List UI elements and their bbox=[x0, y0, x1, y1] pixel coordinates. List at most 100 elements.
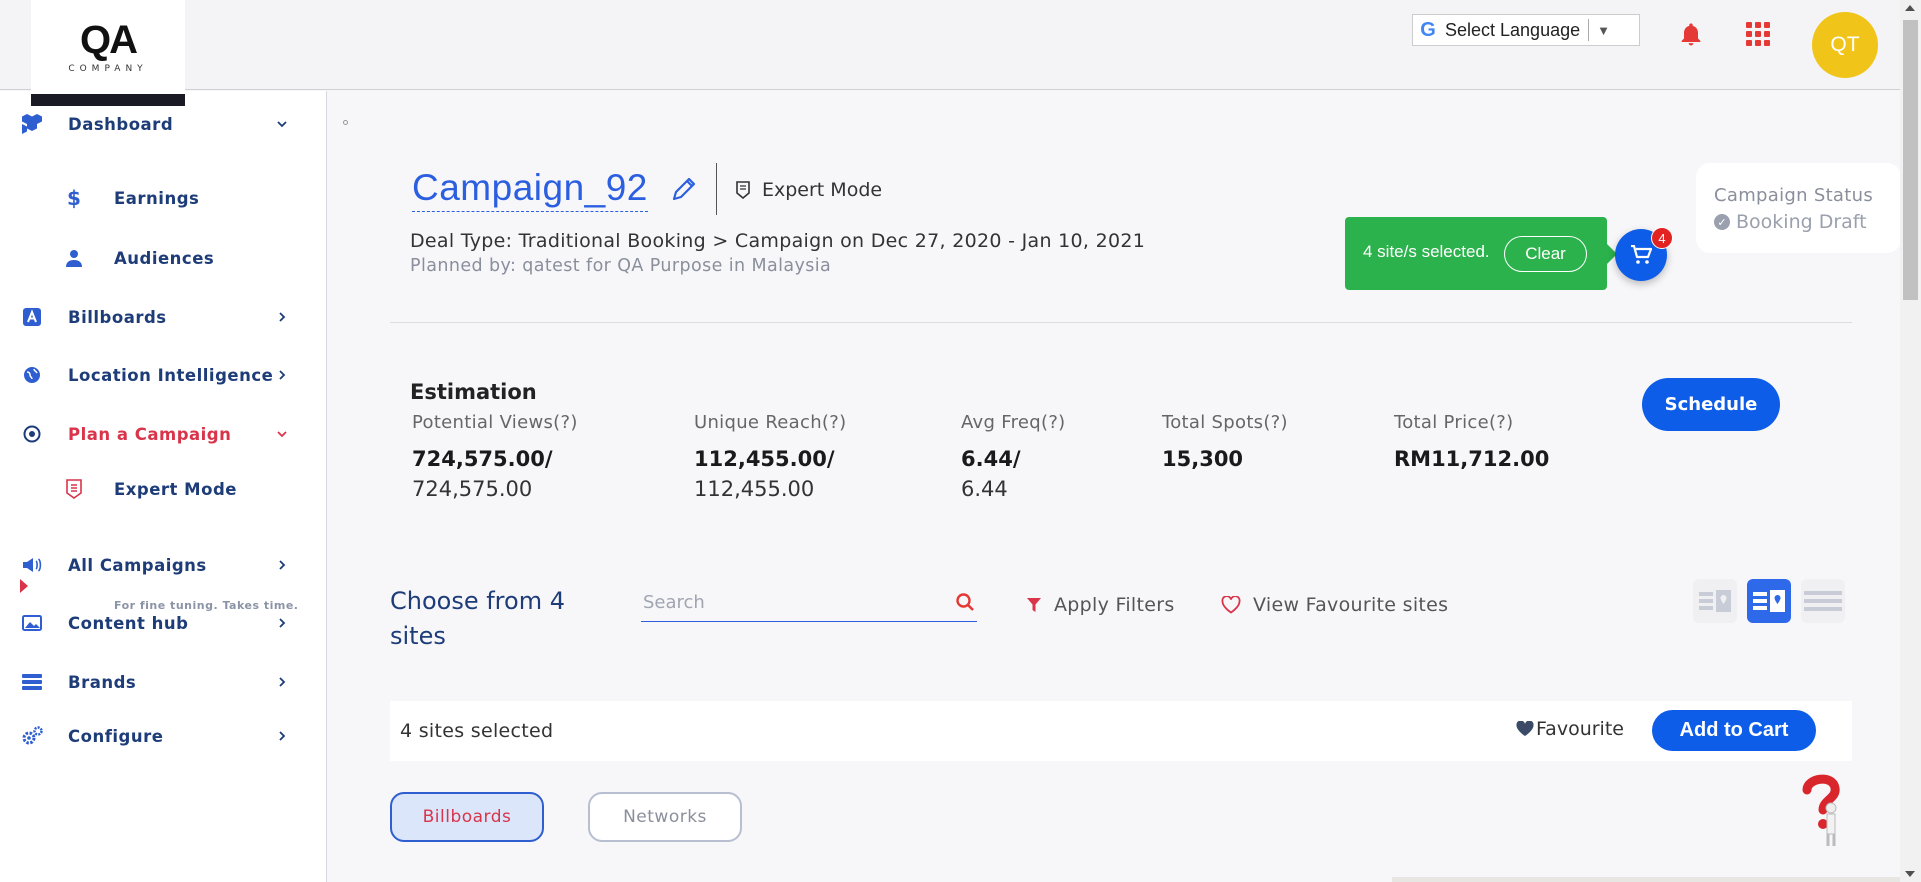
metric-value: 724,575.00/ bbox=[412, 447, 553, 471]
choose-sites-heading: Choose from 4 sites bbox=[390, 587, 565, 650]
favourite-label: Favourite bbox=[1536, 718, 1624, 740]
sidebar-item-label: Billboards bbox=[68, 307, 167, 327]
check-circle-icon: ✓ bbox=[1714, 214, 1730, 230]
apply-filters-button[interactable]: Apply Filters bbox=[1026, 594, 1175, 616]
google-icon: G bbox=[1420, 18, 1436, 41]
sidebar-item-brands[interactable]: Brands bbox=[0, 665, 327, 699]
sidebar-item-label: Location Intelligence bbox=[68, 365, 274, 385]
scroll-up-arrow-icon[interactable] bbox=[1905, 5, 1915, 11]
map-preview bbox=[1392, 877, 1900, 882]
sidebar-item-dashboard[interactable]: Dashboard bbox=[0, 107, 327, 141]
map-list-icon bbox=[1699, 590, 1731, 612]
expert-mode-label: Expert Mode bbox=[762, 179, 883, 201]
language-divider bbox=[1588, 19, 1590, 41]
sidebar-item-label: Plan a Campaign bbox=[68, 424, 232, 444]
site-search-input[interactable]: Search bbox=[641, 588, 977, 622]
page-scrollbar[interactable] bbox=[1900, 0, 1921, 882]
metric-avg-freq: Avg Freq(?) 6.44/ 6.44 bbox=[961, 412, 1066, 501]
sidebar-item-all-campaigns[interactable]: All Campaigns bbox=[0, 548, 327, 582]
search-placeholder: Search bbox=[643, 592, 705, 613]
metric-value: RM11,712.00 bbox=[1394, 447, 1550, 471]
dropdown-arrow-icon: ▼ bbox=[1597, 22, 1610, 38]
sidebar-item-label: Expert Mode bbox=[114, 479, 237, 499]
company-logo[interactable]: QA COMPANY bbox=[31, 0, 185, 106]
gears-icon bbox=[20, 724, 44, 748]
campaign-status-label: Campaign Status bbox=[1714, 185, 1874, 206]
user-avatar[interactable]: QT bbox=[1812, 12, 1878, 78]
toast-message: 4 site/s selected. bbox=[1363, 242, 1490, 261]
badge-icon bbox=[736, 181, 750, 199]
apply-filters-label: Apply Filters bbox=[1054, 594, 1175, 616]
pencil-icon[interactable] bbox=[668, 173, 700, 205]
metric-label[interactable]: Avg Freq(?) bbox=[961, 412, 1066, 433]
tab-billboards[interactable]: Billboards bbox=[390, 792, 544, 842]
split-view-icon bbox=[1753, 590, 1785, 612]
list-icon bbox=[1804, 591, 1842, 611]
favourite-button[interactable]: Favourite bbox=[1516, 718, 1624, 740]
cart-button[interactable]: 4 bbox=[1615, 227, 1673, 281]
logo-mark: QA bbox=[80, 18, 138, 62]
view-toggle bbox=[1693, 579, 1845, 623]
planned-by-line: Planned by: qatest for QA Purpose in Mal… bbox=[410, 256, 832, 276]
metric-unique-reach: Unique Reach(?) 112,455.00/ 112,455.00 bbox=[694, 412, 846, 501]
sites-selected-count: 4 sites selected bbox=[400, 720, 554, 742]
metric-total-spots: Total Spots(?) 15,300 bbox=[1162, 412, 1288, 471]
selection-toast: 4 site/s selected. Clear bbox=[1345, 217, 1617, 290]
sidebar: Dashboard $ Earnings Audiences Billboard… bbox=[0, 91, 327, 882]
metric-label[interactable]: Total Price(?) bbox=[1394, 412, 1549, 433]
apps-grid-icon[interactable] bbox=[1746, 22, 1770, 46]
estimation-title: Estimation bbox=[410, 380, 537, 404]
chevron-right-icon bbox=[279, 731, 286, 741]
sidebar-item-configure[interactable]: Configure bbox=[0, 719, 327, 753]
sidebar-item-location-intelligence[interactable]: Location Intelligence bbox=[0, 358, 327, 392]
deal-type-line: Deal Type: Traditional Booking > Campaig… bbox=[410, 230, 1146, 252]
sidebar-item-expert-mode[interactable]: Expert Mode bbox=[0, 472, 327, 506]
sidebar-item-label: Audiences bbox=[114, 248, 215, 268]
scroll-down-arrow-icon[interactable] bbox=[1905, 871, 1915, 877]
metric-label[interactable]: Total Spots(?) bbox=[1162, 412, 1288, 433]
metric-subvalue: 724,575.00 bbox=[412, 477, 533, 501]
metric-value: 6.44/ bbox=[961, 447, 1021, 471]
sidebar-item-plan-a-campaign[interactable]: Plan a Campaign bbox=[0, 417, 327, 451]
campaign-status-value: ✓ Booking Draft bbox=[1714, 211, 1867, 233]
campaign-title[interactable]: Campaign_92 bbox=[412, 167, 648, 212]
search-icon[interactable] bbox=[955, 592, 975, 612]
selection-bar: 4 sites selected Favourite Add to Cart bbox=[390, 701, 1852, 761]
clear-selection-button[interactable]: Clear bbox=[1504, 236, 1587, 272]
metric-total-price: Total Price(?) RM11,712.00 bbox=[1394, 412, 1549, 471]
metric-label[interactable]: Potential Views(?) bbox=[412, 412, 578, 433]
bell-icon[interactable] bbox=[1677, 20, 1705, 50]
billboard-a-icon bbox=[20, 305, 44, 329]
sidebar-item-billboards[interactable]: Billboards bbox=[0, 300, 327, 334]
sidebar-item-audiences[interactable]: Audiences bbox=[0, 241, 327, 275]
list-view-button[interactable] bbox=[1801, 579, 1845, 623]
sidebar-item-earnings[interactable]: $ Earnings bbox=[0, 181, 327, 215]
add-to-cart-button[interactable]: Add to Cart bbox=[1652, 710, 1816, 751]
cubes-icon bbox=[20, 112, 44, 136]
chevron-down-icon bbox=[277, 121, 287, 128]
tab-networks[interactable]: Networks bbox=[588, 792, 742, 842]
title-divider bbox=[716, 163, 717, 215]
split-view-button[interactable] bbox=[1747, 579, 1791, 623]
loading-dot bbox=[343, 120, 348, 125]
sidebar-item-label: Content hub bbox=[68, 613, 189, 633]
dollar-icon: $ bbox=[67, 186, 81, 210]
megaphone-icon bbox=[20, 553, 44, 577]
chevron-down-icon bbox=[277, 431, 287, 438]
sidebar-item-content-hub[interactable]: Content hub bbox=[0, 606, 327, 640]
schedule-button[interactable]: Schedule bbox=[1642, 378, 1780, 431]
map-view-button[interactable] bbox=[1693, 579, 1737, 623]
sidebar-item-label: Configure bbox=[68, 726, 164, 746]
metric-label[interactable]: Unique Reach(?) bbox=[694, 412, 846, 433]
sidebar-item-label: All Campaigns bbox=[68, 555, 207, 575]
help-question-icon[interactable] bbox=[1797, 772, 1843, 848]
top-bar: QA COMPANY G Select Language ▼ QT bbox=[0, 0, 1900, 106]
filter-icon bbox=[1027, 598, 1041, 612]
sidebar-item-label: Brands bbox=[68, 672, 137, 692]
language-selector[interactable]: G Select Language ▼ bbox=[1412, 14, 1640, 46]
chevron-right-icon bbox=[279, 370, 286, 380]
scrollbar-thumb[interactable] bbox=[1903, 20, 1918, 300]
metric-potential-views: Potential Views(?) 724,575.00/ 724,575.0… bbox=[412, 412, 578, 501]
view-favourite-sites-button[interactable]: View Favourite sites bbox=[1221, 594, 1448, 616]
chevron-right-icon bbox=[279, 618, 286, 628]
